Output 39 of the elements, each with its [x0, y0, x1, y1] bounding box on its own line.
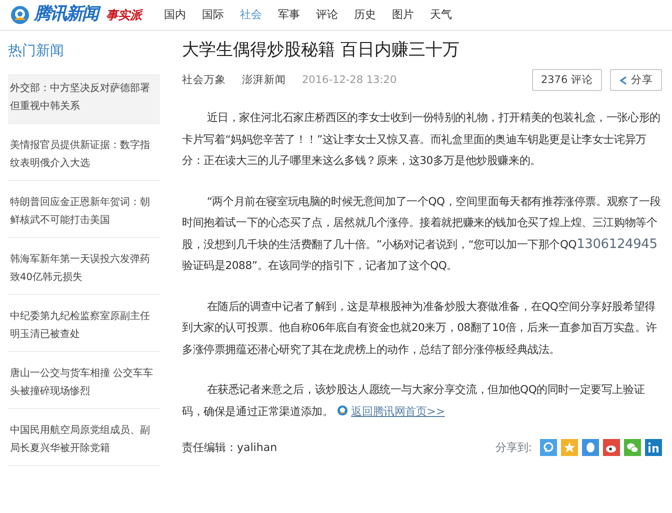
- nav-link[interactable]: 图片: [392, 6, 414, 24]
- article-paragraph: 在获悉记者来意之后，该炒股达人愿统一与大家分享交流，但加他QQ的同时一定要写上验证码，确保是通过正常渠道添加。 返回腾讯网首页>>: [182, 382, 646, 420]
- star-share-icon[interactable]: [561, 439, 578, 456]
- linkedin-share-icon[interactable]: [645, 439, 662, 456]
- news-link[interactable]: 美情报官员提供新证据：数字指纹表明俄介入大选: [8, 131, 160, 181]
- penguin-share-icon[interactable]: [582, 439, 599, 456]
- news-link[interactable]: 韩海军新年第一天误投六发弹药致40亿韩元损失: [8, 245, 160, 295]
- article-paragraph: 在随后的调查中记者了解到，这是草根股神为准备炒股大赛做准备，在QQ空间分享好股希望得到大家的认可投票。他自称06年底自有资金也就20来万，08翻了10倍，后来一直参加百万实盘。许多涨停票拥蕴还潜心研究了其在龙虎榜上的动作，总结了部分涨停板经典战法。: [182, 298, 658, 358]
- nav-link[interactable]: 评论: [316, 6, 338, 24]
- news-link[interactable]: 中纪委第九纪检监察室原副主任明玉清已被查处: [8, 302, 160, 352]
- editor-credit: 责任编辑：yalihan: [182, 440, 278, 456]
- logo-tag: 事实派: [106, 6, 142, 24]
- category-label: 社会万象: [182, 72, 226, 88]
- share-button[interactable]: 分享: [610, 69, 662, 92]
- logo-icon: [10, 5, 30, 25]
- nav-link[interactable]: 历史: [354, 6, 376, 24]
- article-title: 大学生偶得炒股秘籍 百日内赚三十万: [182, 40, 460, 60]
- news-link[interactable]: 唐山一公交与货车相撞 公交车车头被撞碎现场惨烈: [8, 359, 160, 409]
- weibo-share-icon[interactable]: [603, 439, 620, 456]
- homepage-link[interactable]: 返回腾讯网首页>>: [333, 404, 445, 418]
- share-icon: [619, 76, 627, 85]
- nav-link[interactable]: 国内: [164, 6, 186, 24]
- circle-share-icon[interactable]: [540, 439, 557, 456]
- comments-button[interactable]: 2376 评论: [532, 69, 602, 92]
- news-link[interactable]: 特朗普回应金正恩新年贺词：朝鲜核武不可能打击美国: [8, 188, 160, 238]
- news-link[interactable]: 中国民用航空局原党组成员、副局长夏兴华被开除党籍: [8, 416, 160, 466]
- source-label: 澎湃新闻: [242, 72, 286, 88]
- nav-link[interactable]: 军事: [278, 6, 300, 24]
- logo-icon: [337, 404, 348, 416]
- sidebar-title: 热门新闻: [8, 42, 65, 61]
- nav-link[interactable]: 国际: [202, 6, 224, 24]
- news-link[interactable]: 外交部：中方坚决反对萨德部署但重视中韩关系: [8, 74, 160, 124]
- article-paragraph: 近日，家住河北石家庄桥西区的李女士收到一份特别的礼物，打开精美的包装礼盒，一张心形的卡片写着“妈妈您辛苦了！！”这让李女士又惊又喜。而礼盒里面的奥迪车钥匙更是让李女士诧异万分：正在读大三的儿子哪里来这么多钱？原来，这30多万是他炒股赚来的。: [182, 110, 662, 170]
- publish-time: 2016-12-28 13:20: [302, 72, 397, 88]
- article-paragraph: “两个月前在寝室玩电脑的时候无意间加了一个QQ，空间里面每天都有推荐涨停票。观察了一段时间抱着试一下的心态买了点，居然就几个涨停。接着就把赚来的钱加仓买了煌上煌、三江购物等个股，没想到几千块的生活费翻了几十倍。”小杨对记者说到，“您可以加一下那个QQ1306124945 验证码是2088”。在该同学的指引下，记者加了这个QQ。: [182, 194, 662, 274]
- site-logo-text[interactable]: 腾讯新闻: [34, 2, 98, 28]
- chat-share-icon[interactable]: [624, 439, 641, 456]
- share-label: 分享到:: [495, 440, 532, 456]
- nav-link[interactable]: 天气: [430, 6, 452, 24]
